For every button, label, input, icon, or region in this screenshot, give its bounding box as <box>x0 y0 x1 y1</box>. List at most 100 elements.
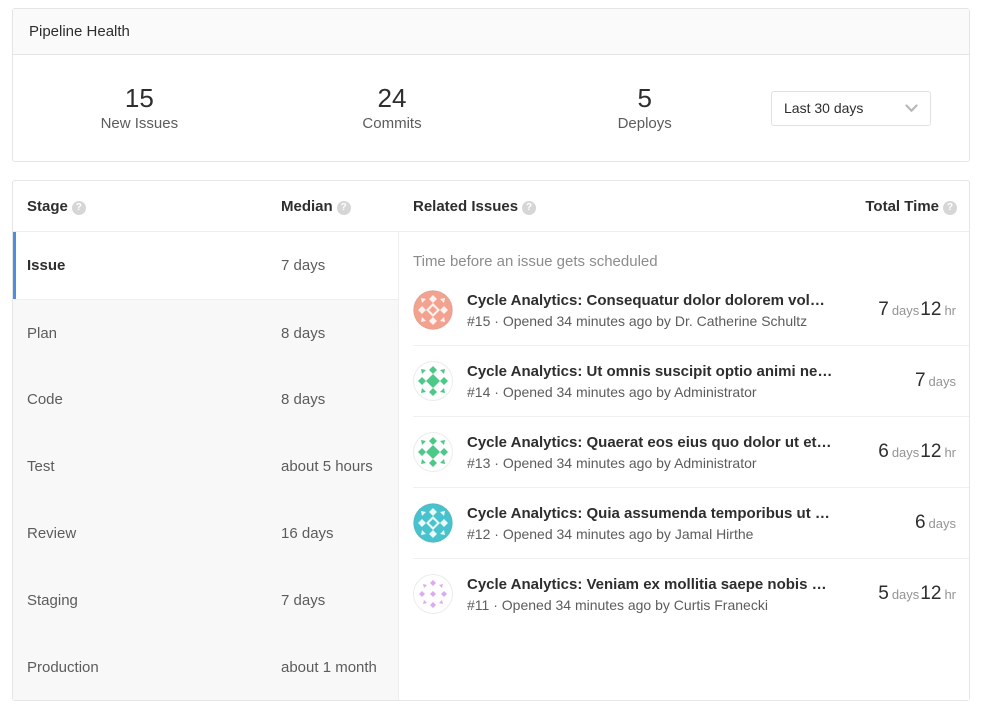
header-related-issues-label: Related Issues <box>413 198 518 215</box>
issue-avatar[interactable] <box>413 432 453 472</box>
total-time-unit: hr <box>944 587 956 602</box>
total-time-value: 7 <box>915 370 926 391</box>
issue-title-link[interactable]: Cycle Analytics: Ut omnis suscipit optio… <box>467 363 833 380</box>
issue-meta: #11 · Opened 34 minutes ago by Curtis Fr… <box>467 597 833 613</box>
stage-median: 7 days <box>281 257 398 274</box>
stat-commits-value: 24 <box>266 84 519 114</box>
issue-event-text: Cycle Analytics: Quia assumenda temporib… <box>467 505 833 542</box>
issue-event-text: Cycle Analytics: Veniam ex mollitia saep… <box>467 576 833 613</box>
issue-event-row: Cycle Analytics: Quia assumenda temporib… <box>413 487 969 558</box>
issue-event-text: Cycle Analytics: Ut omnis suscipit optio… <box>467 363 833 400</box>
stage-item-code[interactable]: Code 8 days <box>13 366 398 433</box>
issue-meta: #12 · Opened 34 minutes ago by Jamal Hir… <box>467 526 833 542</box>
header-related-issues: Related Issues? <box>399 198 865 215</box>
issue-avatar[interactable] <box>413 574 453 614</box>
meta-separator: · <box>494 455 499 471</box>
issue-title-link[interactable]: Cycle Analytics: Quaerat eos eius quo do… <box>467 434 833 451</box>
issue-author-link[interactable]: Dr. Catherine Schultz <box>675 313 807 329</box>
issue-number[interactable]: #14 <box>467 384 490 400</box>
issue-event-row: Cycle Analytics: Quaerat eos eius quo do… <box>413 416 969 487</box>
issue-opened-text: Opened 34 minutes ago by <box>502 597 670 613</box>
total-time-unit: hr <box>944 303 956 318</box>
issue-author-link[interactable]: Administrator <box>674 384 756 400</box>
stage-item-staging[interactable]: Staging 7 days <box>13 567 398 634</box>
issue-number[interactable]: #13 <box>467 455 490 471</box>
stage-name: Issue <box>27 257 281 274</box>
issue-event-row: Cycle Analytics: Ut omnis suscipit optio… <box>413 345 969 416</box>
stat-new-issues: 15 New Issues <box>13 84 266 133</box>
meta-separator: · <box>493 597 498 613</box>
meta-separator: · <box>494 526 499 542</box>
stage-item-test[interactable]: Test about 5 hours <box>13 433 398 500</box>
issue-title-link[interactable]: Cycle Analytics: Veniam ex mollitia saep… <box>467 576 833 593</box>
stage-name: Production <box>27 659 281 676</box>
issue-event-row: Cycle Analytics: Veniam ex mollitia saep… <box>413 558 969 629</box>
issue-total-time: 5days12hr <box>843 583 969 605</box>
date-range-dropdown[interactable]: Last 30 days <box>771 91 931 126</box>
issue-number[interactable]: #11 <box>467 597 489 613</box>
stat-new-issues-value: 15 <box>13 84 266 114</box>
issue-number[interactable]: #15 <box>467 313 490 329</box>
stage-median: 7 days <box>281 592 398 609</box>
stage-item-issue[interactable]: Issue 7 days <box>13 232 398 299</box>
issue-total-time: 6days <box>843 512 969 534</box>
stat-commits: 24 Commits <box>266 84 519 133</box>
issue-title-link[interactable]: Cycle Analytics: Consequatur dolor dolor… <box>467 292 833 309</box>
issue-avatar[interactable] <box>413 361 453 401</box>
total-time-value: 6 <box>915 512 926 533</box>
total-time-unit: days <box>892 587 919 602</box>
issue-total-time: 6days12hr <box>843 441 969 463</box>
stat-commits-label: Commits <box>266 115 519 132</box>
pipeline-health-body: 15 New Issues 24 Commits 5 Deploys Last … <box>13 55 969 161</box>
stage-description: Time before an issue gets scheduled <box>413 232 969 275</box>
total-time-value: 12 <box>920 299 941 320</box>
issue-meta: #15 · Opened 34 minutes ago by Dr. Cathe… <box>467 313 833 329</box>
issue-event-text: Cycle Analytics: Consequatur dolor dolor… <box>467 292 833 329</box>
summary-stats: 15 New Issues 24 Commits 5 Deploys <box>13 84 771 133</box>
stage-median: 16 days <box>281 525 398 542</box>
issue-author-link[interactable]: Jamal Hirthe <box>675 526 754 542</box>
pipeline-health-card: Pipeline Health 15 New Issues 24 Commits… <box>12 8 970 162</box>
help-icon[interactable]: ? <box>943 201 957 215</box>
issue-meta: #14 · Opened 34 minutes ago by Administr… <box>467 384 833 400</box>
total-time-value: 7 <box>878 299 889 320</box>
pipeline-health-title: Pipeline Health <box>13 9 969 55</box>
issue-total-time: 7days <box>843 370 969 392</box>
date-range-selected: Last 30 days <box>784 100 863 116</box>
stat-deploys-label: Deploys <box>518 115 771 132</box>
issue-author-link[interactable]: Administrator <box>674 455 756 471</box>
stage-median: about 1 month <box>281 659 398 676</box>
stage-name: Review <box>27 525 281 542</box>
issue-avatar[interactable] <box>413 290 453 330</box>
total-time-unit: days <box>929 516 956 531</box>
header-total-time-label: Total Time <box>865 198 939 215</box>
help-icon[interactable]: ? <box>72 201 86 215</box>
issue-meta: #13 · Opened 34 minutes ago by Administr… <box>467 455 833 471</box>
related-issues-panel: Time before an issue gets scheduled Cycl… <box>399 232 969 700</box>
total-time-unit: days <box>892 303 919 318</box>
issue-author-link[interactable]: Curtis Franecki <box>674 597 768 613</box>
stage-name: Staging <box>27 592 281 609</box>
issue-avatar[interactable] <box>413 503 453 543</box>
issue-opened-text: Opened 34 minutes ago by <box>503 526 671 542</box>
stage-item-production[interactable]: Production about 1 month <box>13 634 398 701</box>
issue-opened-text: Opened 34 minutes ago by <box>503 384 671 400</box>
stat-deploys: 5 Deploys <box>518 84 771 133</box>
cycle-table-header: Stage? Median? Related Issues? Total Tim… <box>13 181 969 231</box>
stage-item-plan[interactable]: Plan 8 days <box>13 299 398 366</box>
total-time-value: 5 <box>878 583 889 604</box>
stage-median: 8 days <box>281 325 398 342</box>
issue-number[interactable]: #12 <box>467 526 490 542</box>
total-time-value: 12 <box>920 441 941 462</box>
chevron-down-icon <box>905 104 918 113</box>
issue-opened-text: Opened 34 minutes ago by <box>503 313 671 329</box>
total-time-unit: days <box>892 445 919 460</box>
help-icon[interactable]: ? <box>337 201 351 215</box>
stage-item-review[interactable]: Review 16 days <box>13 500 398 567</box>
help-icon[interactable]: ? <box>522 201 536 215</box>
issue-title-link[interactable]: Cycle Analytics: Quia assumenda temporib… <box>467 505 833 522</box>
issue-opened-text: Opened 34 minutes ago by <box>503 455 671 471</box>
header-total-time: Total Time? <box>865 198 969 215</box>
total-time-unit: hr <box>944 445 956 460</box>
total-time-value: 12 <box>920 583 941 604</box>
